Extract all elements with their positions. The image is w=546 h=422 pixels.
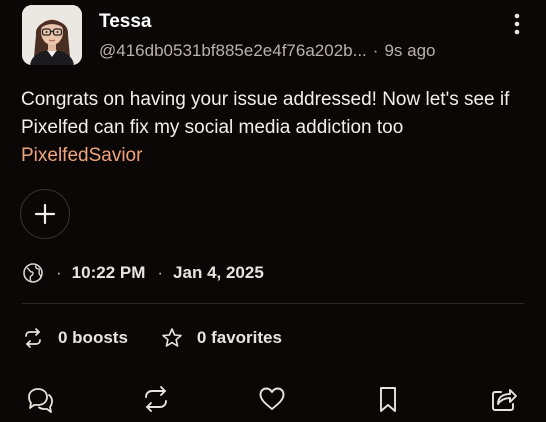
post-text: Congrats on having your issue addressed!… — [21, 89, 510, 138]
avatar[interactable] — [22, 5, 82, 65]
author-handle[interactable]: @416db0531bf885e2e4f76a202b... — [99, 41, 367, 60]
add-reaction-button[interactable] — [20, 189, 70, 239]
more-vertical-icon — [514, 13, 520, 35]
bookmark-button[interactable] — [370, 381, 406, 417]
author-display-name[interactable]: Tessa — [99, 11, 151, 33]
boost-button[interactable] — [138, 381, 174, 417]
meta-separator: · — [372, 41, 379, 60]
divider — [22, 303, 524, 304]
bookmark-icon — [380, 387, 396, 412]
boosts-count-button[interactable]: 0 boosts — [22, 327, 128, 349]
post-date: Jan 4, 2025 — [173, 263, 264, 282]
more-options-button[interactable] — [510, 11, 524, 39]
share-icon — [492, 389, 517, 411]
share-button[interactable] — [486, 381, 522, 417]
boost-icon — [25, 328, 41, 348]
post-stats: 0 boosts 0 favorites — [22, 326, 282, 350]
star-icon — [162, 328, 182, 347]
reply-button[interactable] — [22, 381, 58, 417]
post-header: Tessa @416db0531bf885e2e4f76a202b... · 9s … — [22, 5, 532, 67]
avatar-image — [22, 5, 82, 65]
favorite-button[interactable] — [254, 381, 290, 417]
favorites-label: 0 favorites — [196, 328, 282, 347]
plus-icon — [34, 203, 56, 225]
hashtag-link[interactable]: PixelfedSavior — [21, 145, 142, 166]
post-time-ago[interactable]: 9s ago — [384, 41, 435, 60]
heart-icon — [259, 387, 285, 410]
boosts-label: 0 boosts — [58, 328, 128, 347]
favorites-count-button[interactable]: 0 favorites — [161, 327, 282, 349]
boost-icon — [145, 386, 167, 412]
post-content: Congrats on having your issue addressed!… — [21, 86, 531, 170]
reply-icon — [28, 388, 53, 413]
globe-icon[interactable] — [22, 262, 44, 284]
detail-separator: · — [157, 263, 164, 282]
post-action-bar — [22, 381, 522, 417]
detail-separator: · — [56, 263, 62, 282]
post-details: · 10:22 PM · Jan 4, 2025 — [22, 261, 264, 285]
author-meta: @416db0531bf885e2e4f76a202b... · 9s ago — [99, 41, 436, 61]
post-time: 10:22 PM — [71, 263, 146, 282]
